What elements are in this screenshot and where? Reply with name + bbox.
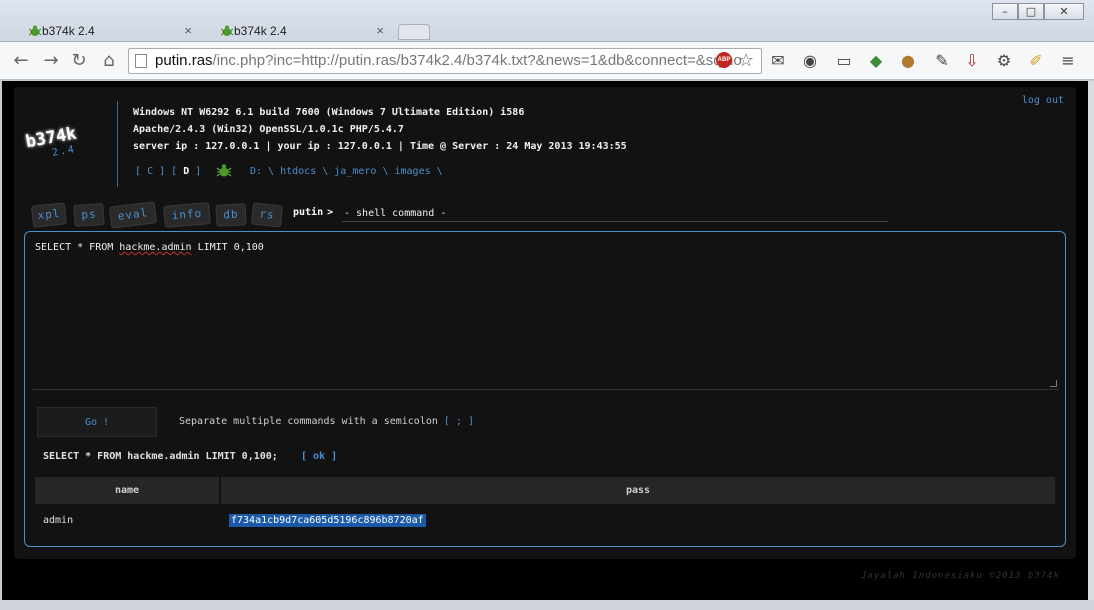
close-tab-icon[interactable]: ×	[184, 23, 192, 38]
menu-icon[interactable]: ≡	[1058, 51, 1078, 71]
window-bottom-edge	[0, 600, 1094, 610]
minimize-button[interactable]: –	[992, 3, 1018, 20]
new-tab-button[interactable]	[398, 24, 430, 40]
eyedropper-icon[interactable]: ✎	[932, 51, 952, 71]
bug-icon	[28, 25, 42, 36]
query-status: [ ok ]	[301, 451, 338, 462]
close-tab-icon[interactable]: ×	[376, 23, 384, 38]
footer-credit: Jayalah Indonesiaku ©2013 b374k	[861, 571, 1060, 581]
browser-tab-title: b374k 2.4	[234, 24, 287, 38]
semicolon-hint: Separate multiple commands with a semico…	[179, 416, 475, 427]
query-table-name: hackme.admin	[119, 242, 192, 253]
sql-query-textarea[interactable]: SELECT * FROM hackme.admin LIMIT 0,100	[33, 238, 1059, 390]
menu-tab-rs[interactable]: rs	[250, 202, 284, 228]
page-viewport: b374k 2.4 Windows NT W6292 6.1 build 760…	[2, 81, 1088, 600]
reload-icon[interactable]: ↻	[68, 50, 90, 71]
maximize-button[interactable]: □	[1018, 3, 1044, 20]
sql-box: SELECT * FROM hackme.admin LIMIT 0,100 G…	[24, 231, 1066, 547]
address-bar[interactable]: putin.ras/inc.php?inc=http://putin.ras/b…	[128, 48, 762, 74]
textarea-resize-handle[interactable]	[1050, 380, 1057, 387]
executed-query: SELECT * FROM hackme.admin LIMIT 0,100;	[43, 451, 278, 462]
prompt-arrow: >	[327, 207, 334, 218]
column-header-name: name	[35, 477, 219, 504]
os-info: Windows NT W6292 6.1 build 7600 (Windows…	[133, 107, 525, 118]
table-cell-name: admin	[43, 515, 74, 526]
extension-circle-icon[interactable]: ◉	[800, 51, 820, 71]
shell-command-input[interactable]: - shell command -	[342, 205, 888, 222]
shell-prompt: putin >	[293, 207, 333, 218]
bookmark-star-icon[interactable]: ☆	[738, 50, 754, 71]
menu-tab-db[interactable]: db	[215, 203, 247, 227]
cookie-icon[interactable]: ●	[898, 51, 918, 71]
page-icon	[135, 54, 147, 68]
server-software: Apache/2.4.3 (Win32) OpenSSL/1.0.1c PHP/…	[133, 124, 404, 135]
url-path: /inc.php?inc=http://putin.ras/b374k2.4/b…	[212, 52, 742, 69]
password-hash: f734a1cb9d7ca605d5196c896b8720af	[229, 514, 426, 527]
page-scrollbar[interactable]	[1088, 81, 1094, 600]
home-icon[interactable]: ⌂	[98, 50, 120, 71]
url-host: putin.ras	[155, 52, 213, 69]
bug-icon	[220, 25, 234, 36]
menu-tab-eval[interactable]: eval	[108, 201, 158, 229]
b374k-logo: b374k 2.4	[24, 122, 92, 182]
shell-panel: b374k 2.4 Windows NT W6292 6.1 build 760…	[14, 87, 1076, 559]
prompt-user: putin	[293, 207, 324, 218]
menu-tab-xpl[interactable]: xpl	[30, 202, 68, 228]
menu-tab-ps[interactable]: ps	[73, 202, 105, 228]
browser-tab-2[interactable]: b374k 2.4 ×	[200, 20, 392, 42]
extension-arrow-icon[interactable]: ◆	[866, 51, 886, 71]
logout-link[interactable]: log out	[1022, 95, 1064, 106]
browser-titlebar: b374k 2.4 × b374k 2.4 × – □ ✕	[0, 0, 1094, 42]
browser-toolbar: ← → ↻ ⌂ putin.ras/inc.php?inc=http://put…	[0, 42, 1094, 80]
forward-icon[interactable]: →	[40, 50, 62, 71]
current-path[interactable]: D: \ htdocs \ ja_mero \ images \	[250, 166, 443, 177]
browser-tab-title: b374k 2.4	[42, 24, 95, 38]
menu-tab-info[interactable]: info	[163, 202, 211, 228]
ruler-icon[interactable]: ▭	[834, 51, 854, 71]
header-divider	[117, 101, 118, 187]
close-window-button[interactable]: ✕	[1044, 3, 1084, 20]
adblock-icon[interactable]: ABP	[716, 52, 732, 68]
download-icon[interactable]: ⇩	[962, 51, 982, 71]
drive-c-link[interactable]: C	[147, 166, 153, 177]
gear-icon[interactable]: ⚙	[994, 51, 1014, 71]
drive-d-link[interactable]: D	[183, 166, 189, 177]
drive-list: [ C ] [ D ]	[135, 166, 202, 177]
column-header-pass: pass	[221, 477, 1055, 504]
go-button[interactable]: Go !	[37, 407, 157, 437]
back-icon[interactable]: ←	[10, 50, 32, 71]
bug-icon[interactable]	[216, 163, 232, 178]
gmail-icon[interactable]: ✉	[768, 51, 788, 71]
browser-tab-1[interactable]: b374k 2.4 ×	[8, 20, 200, 42]
server-ip-time: server ip : 127.0.0.1 | your ip : 127.0.…	[133, 141, 627, 152]
pencil-icon[interactable]: ✐	[1026, 51, 1046, 71]
table-cell-pass: f734a1cb9d7ca605d5196c896b8720af	[229, 510, 426, 532]
